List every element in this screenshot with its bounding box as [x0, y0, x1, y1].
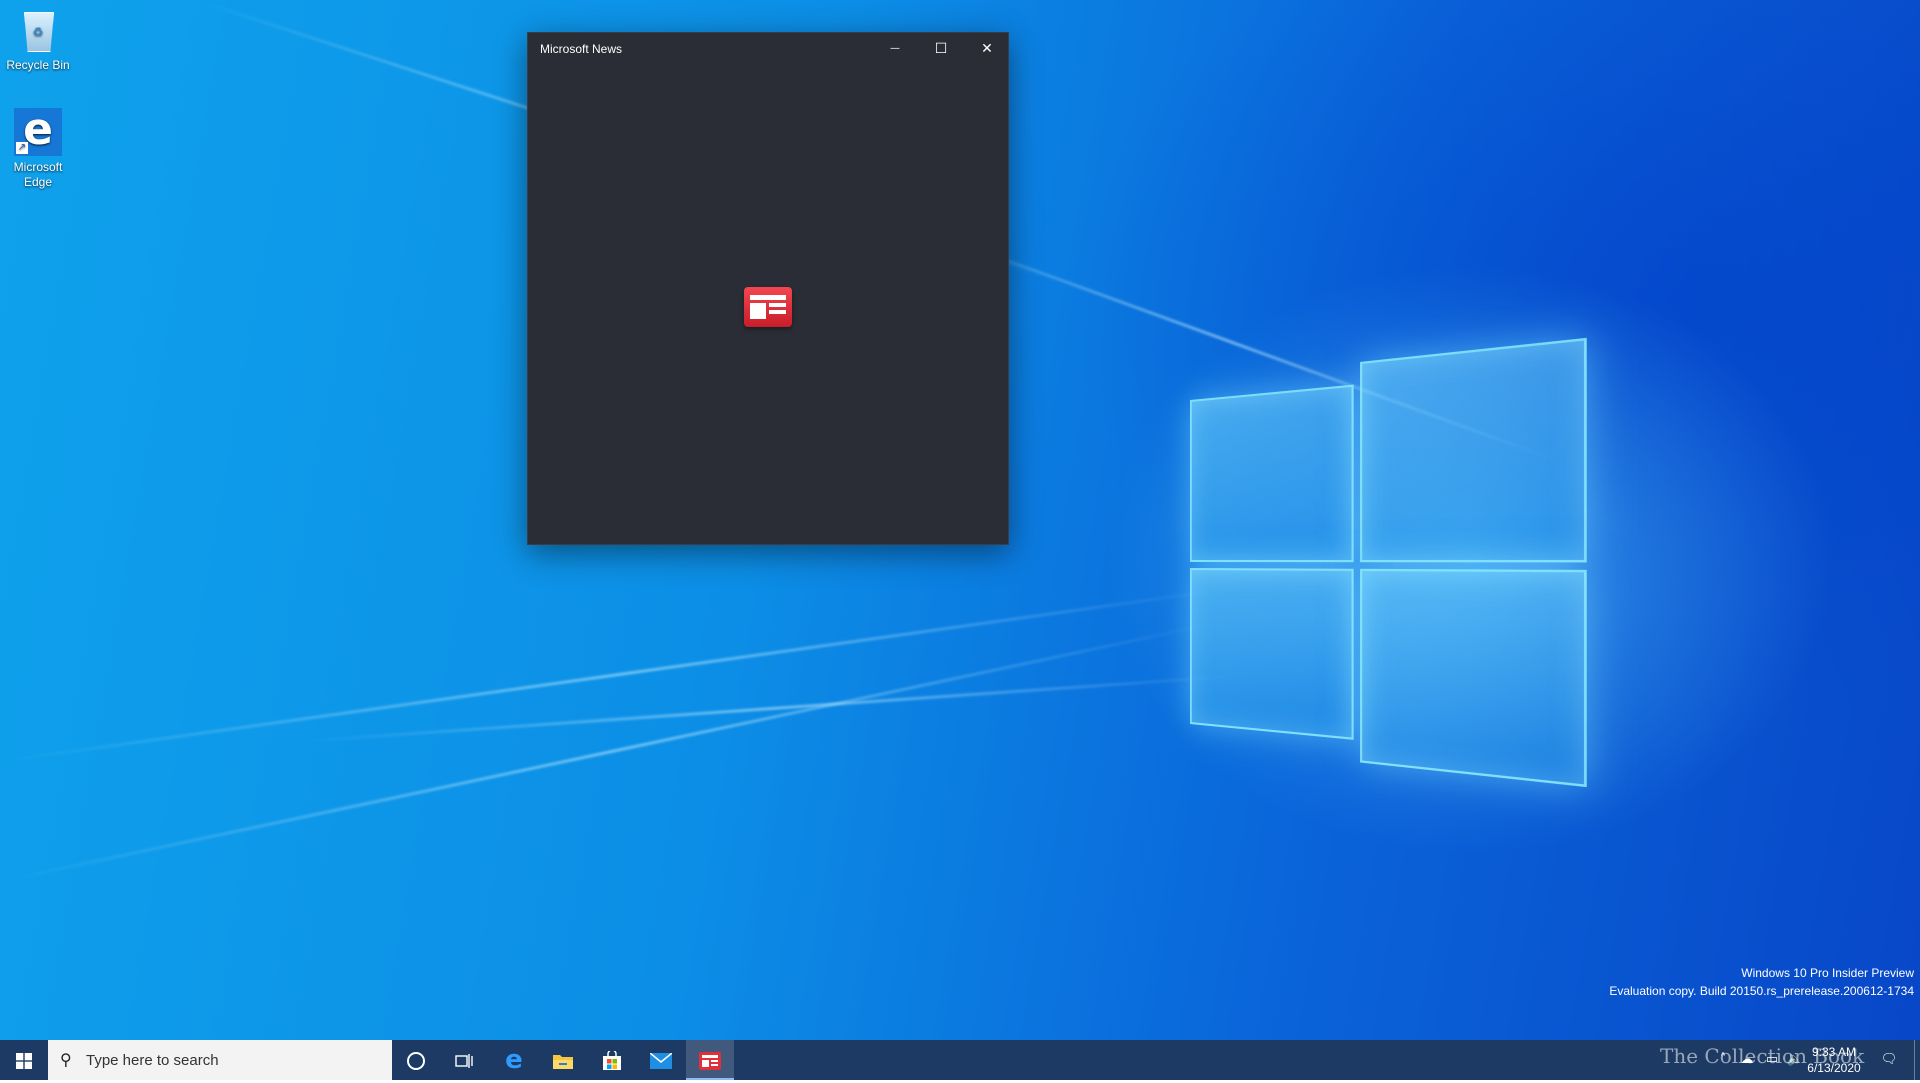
taskbar-search[interactable]: ⚲: [48, 1040, 392, 1080]
notification-icon: 🗨: [1880, 1052, 1898, 1067]
show-desktop-button[interactable]: [1914, 1040, 1920, 1080]
shortcut-arrow-icon: ↗: [16, 142, 28, 154]
clock-date: 6/13/2020: [1807, 1061, 1861, 1075]
task-view-icon: [455, 1053, 473, 1068]
search-icon: ⚲: [60, 1050, 72, 1069]
window-title: Microsoft News: [540, 42, 623, 56]
search-input[interactable]: [86, 1040, 376, 1080]
cortana-icon: [407, 1051, 425, 1070]
logo-pane: [1360, 568, 1587, 788]
chevron-up-icon: ˄: [1719, 1052, 1727, 1067]
clock-time: 9:33 AM: [1811, 1045, 1857, 1059]
desktop-icon-recycle-bin[interactable]: ♻ Recycle Bin: [0, 6, 76, 73]
show-hidden-icons-button[interactable]: ˄: [1712, 1040, 1734, 1080]
taskbar-store[interactable]: [588, 1040, 636, 1080]
start-button[interactable]: [0, 1040, 48, 1080]
watermark-edition: Windows 10 Pro Insider Preview: [1741, 966, 1914, 980]
onedrive-tray-button[interactable]: ☁: [1734, 1040, 1760, 1080]
maximize-button[interactable]: ☐: [918, 33, 964, 65]
taskbar-mail[interactable]: [637, 1040, 685, 1080]
desktop: ♻ Recycle Bin e ↗ Microsoft Edge Microso…: [0, 0, 1920, 1040]
logo-pane: [1190, 568, 1354, 740]
file-explorer-icon: [553, 1054, 573, 1069]
desktop-icon-label: Recycle Bin: [6, 58, 70, 72]
light-ray: [0, 586, 1239, 763]
task-view-button[interactable]: [440, 1040, 488, 1080]
news-app-icon: [744, 287, 792, 327]
network-icon: ▭: [1765, 1052, 1779, 1067]
edge-icon: e: [505, 1045, 523, 1075]
build-watermark: Windows 10 Pro Insider Preview Evaluatio…: [1609, 964, 1914, 1000]
microsoft-news-window[interactable]: Microsoft News — ☐ ✕: [527, 32, 1009, 545]
desktop-icon-microsoft-edge[interactable]: e ↗ Microsoft Edge: [0, 108, 76, 190]
desktop-icon-label: Microsoft Edge: [13, 160, 63, 189]
taskbar-file-explorer[interactable]: [539, 1040, 587, 1080]
taskbar-edge[interactable]: e: [490, 1040, 538, 1080]
cortana-button[interactable]: [392, 1040, 440, 1080]
close-button[interactable]: ✕: [964, 33, 1010, 65]
watermark-build: Evaluation copy. Build 20150.rs_prerelea…: [1609, 984, 1914, 998]
action-center-button[interactable]: 🗨: [1874, 1040, 1904, 1080]
cloud-icon: ☁: [1740, 1052, 1754, 1067]
network-tray-button[interactable]: ▭: [1760, 1040, 1784, 1080]
logo-pane: [1360, 337, 1587, 563]
recycle-bin-icon: ♻: [14, 6, 62, 54]
taskbar-news[interactable]: [686, 1040, 734, 1080]
edge-icon: e ↗: [14, 108, 62, 156]
start-icon: [16, 1052, 32, 1069]
store-icon: [603, 1048, 621, 1070]
news-icon: [699, 1051, 721, 1070]
window-titlebar[interactable]: Microsoft News — ☐ ✕: [528, 33, 1008, 65]
windows-wallpaper-logo: [1190, 337, 1587, 788]
taskbar: ⚲ e: [0, 1040, 1920, 1080]
light-ray: [0, 620, 1223, 883]
minimize-button[interactable]: —: [872, 33, 918, 65]
logo-pane: [1190, 384, 1354, 563]
taskbar-clock[interactable]: 9:33 AM 6/13/2020: [1800, 1044, 1868, 1076]
mail-icon: [649, 1051, 673, 1069]
light-ray: [299, 673, 1248, 743]
